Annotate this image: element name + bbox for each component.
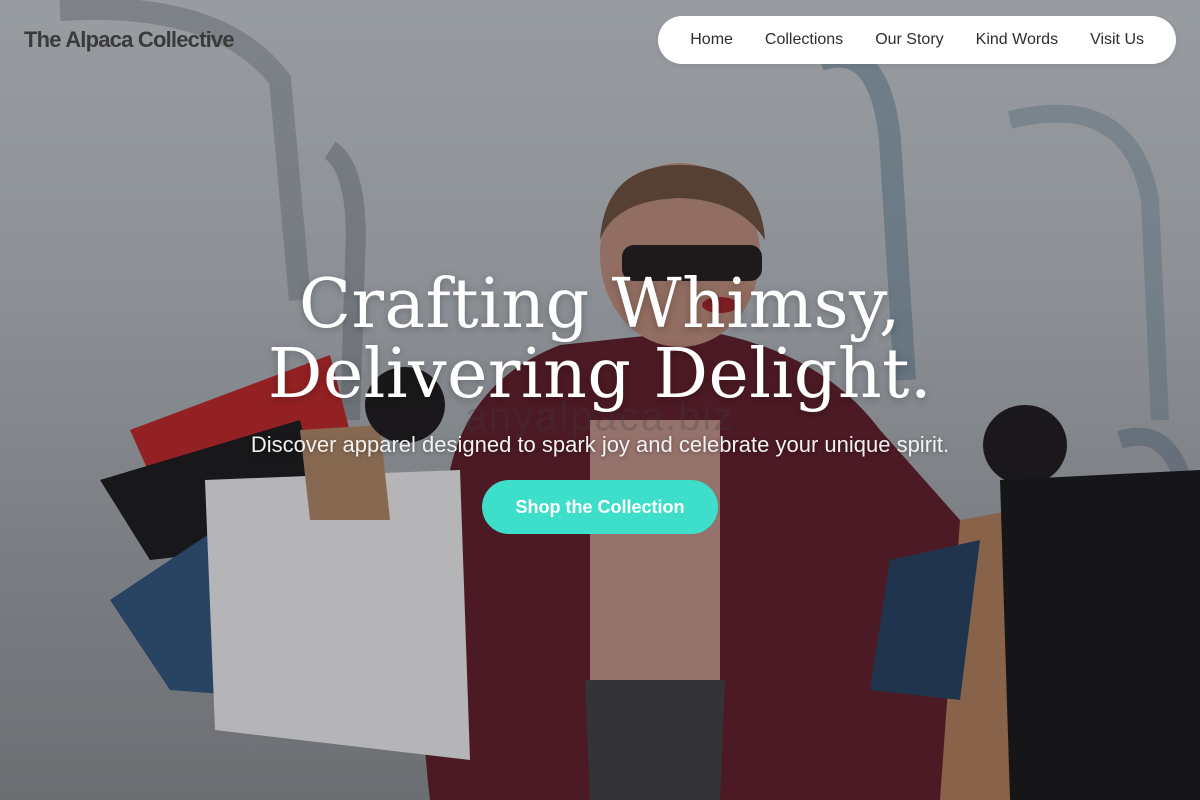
nav-link-our-story[interactable]: Our Story [859, 31, 959, 49]
nav-link-kind-words[interactable]: Kind Words [960, 31, 1074, 49]
nav-link-visit-us[interactable]: Visit Us [1074, 31, 1160, 49]
site-header: The Alpaca Collective Home Collections O… [0, 0, 1200, 80]
hero-headline-line-1: Crafting Whimsy, [298, 265, 902, 344]
hero-headline: Crafting Whimsy, Delivering Delight. [268, 270, 932, 410]
nav-link-home[interactable]: Home [674, 31, 749, 49]
hero-headline-line-2: Delivering Delight. [267, 335, 933, 414]
hero-content: Crafting Whimsy, Delivering Delight. Dis… [0, 270, 1200, 534]
brand-logo[interactable]: The Alpaca Collective [24, 27, 235, 53]
hero-section: anyalpaca.biz The Alpaca Collective Home… [0, 0, 1200, 800]
hero-subtitle: Discover apparel designed to spark joy a… [250, 432, 950, 457]
main-navigation: Home Collections Our Story Kind Words Vi… [658, 16, 1176, 64]
shop-collection-button[interactable]: Shop the Collection [482, 480, 718, 534]
nav-link-collections[interactable]: Collections [749, 31, 859, 49]
